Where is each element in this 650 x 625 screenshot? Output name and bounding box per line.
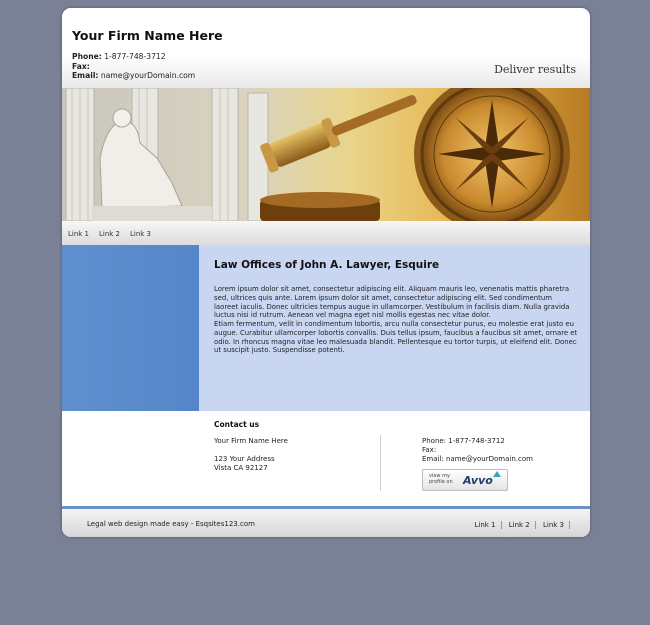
site-header: Your Firm Name Here Phone: 1-877-748-371… xyxy=(62,8,590,88)
top-nav: Link 1 Link 2 Link 3 xyxy=(62,221,590,246)
main-content: Law Offices of John A. Lawyer, Esquire L… xyxy=(62,245,590,411)
page-frame: Your Firm Name Here Phone: 1-877-748-371… xyxy=(62,8,590,537)
email-label: Email: xyxy=(72,71,99,80)
avvo-logo-mark-icon xyxy=(493,471,501,477)
footer-link-2[interactable]: Link 2 xyxy=(503,521,536,529)
nav-link-2[interactable]: Link 2 xyxy=(99,230,120,238)
contact-section: Contact us Your Firm Name Here 123 Your … xyxy=(62,411,590,506)
contact-email[interactable]: Email: name@yourDomain.com xyxy=(422,455,533,464)
phone-value: 1-877-748-3712 xyxy=(104,52,166,61)
fax-label: Fax: xyxy=(72,61,90,71)
email-value: name@yourDomain.com xyxy=(100,71,196,80)
contact-address: Your Firm Name Here 123 Your Address Vis… xyxy=(214,437,288,473)
footer-credit[interactable]: Legal web design made easy - Esqsites123… xyxy=(87,520,255,528)
phone-label: Phone: xyxy=(72,52,102,61)
contact-phone: Phone: 1-877-748-3712 xyxy=(422,437,505,445)
contact-firm-name: Your Firm Name Here xyxy=(214,437,288,445)
contact-title: Contact us xyxy=(214,420,260,429)
tagline: Deliver results xyxy=(494,63,576,76)
avvo-badge-caption: view my profile on xyxy=(429,473,453,485)
footer-link-1[interactable]: Link 1 xyxy=(469,521,502,529)
contact-address-line1: 123 Your Address xyxy=(214,455,275,463)
avvo-logo: Avvo xyxy=(463,474,493,487)
nav-link-3[interactable]: Link 3 xyxy=(130,230,151,238)
firm-name-title: Your Firm Name Here xyxy=(72,28,223,43)
content-heading: Law Offices of John A. Lawyer, Esquire xyxy=(214,259,440,271)
content-sidebar xyxy=(62,245,199,411)
content-main: Law Offices of John A. Lawyer, Esquire L… xyxy=(214,259,578,355)
footer-link-3[interactable]: Link 3 xyxy=(537,521,570,529)
contact-divider xyxy=(380,435,381,491)
content-paragraph-1: Lorem ipsum dolor sit amet, consectetur … xyxy=(214,285,570,320)
site-footer: Legal web design made easy - Esqsites123… xyxy=(62,509,590,537)
banner-image xyxy=(62,88,590,221)
content-paragraph-2: Etiam fermentum, velit in condimentum lo… xyxy=(214,320,578,355)
avvo-caption-line2: profile on xyxy=(429,479,453,485)
nav-link-1[interactable]: Link 1 xyxy=(68,230,89,238)
contact-fax: Fax: xyxy=(422,446,437,454)
contact-address-line2: Vista CA 92127 xyxy=(214,464,268,472)
contact-details: Phone: 1-877-748-3712 Fax: Email: name@y… xyxy=(422,437,533,464)
footer-links: Link 1 Link 2 Link 3 xyxy=(469,521,570,529)
avvo-profile-badge[interactable]: view my profile on Avvo xyxy=(422,469,508,491)
header-contact-info: Phone: 1-877-748-3712 Fax: Email: name@y… xyxy=(72,52,195,81)
